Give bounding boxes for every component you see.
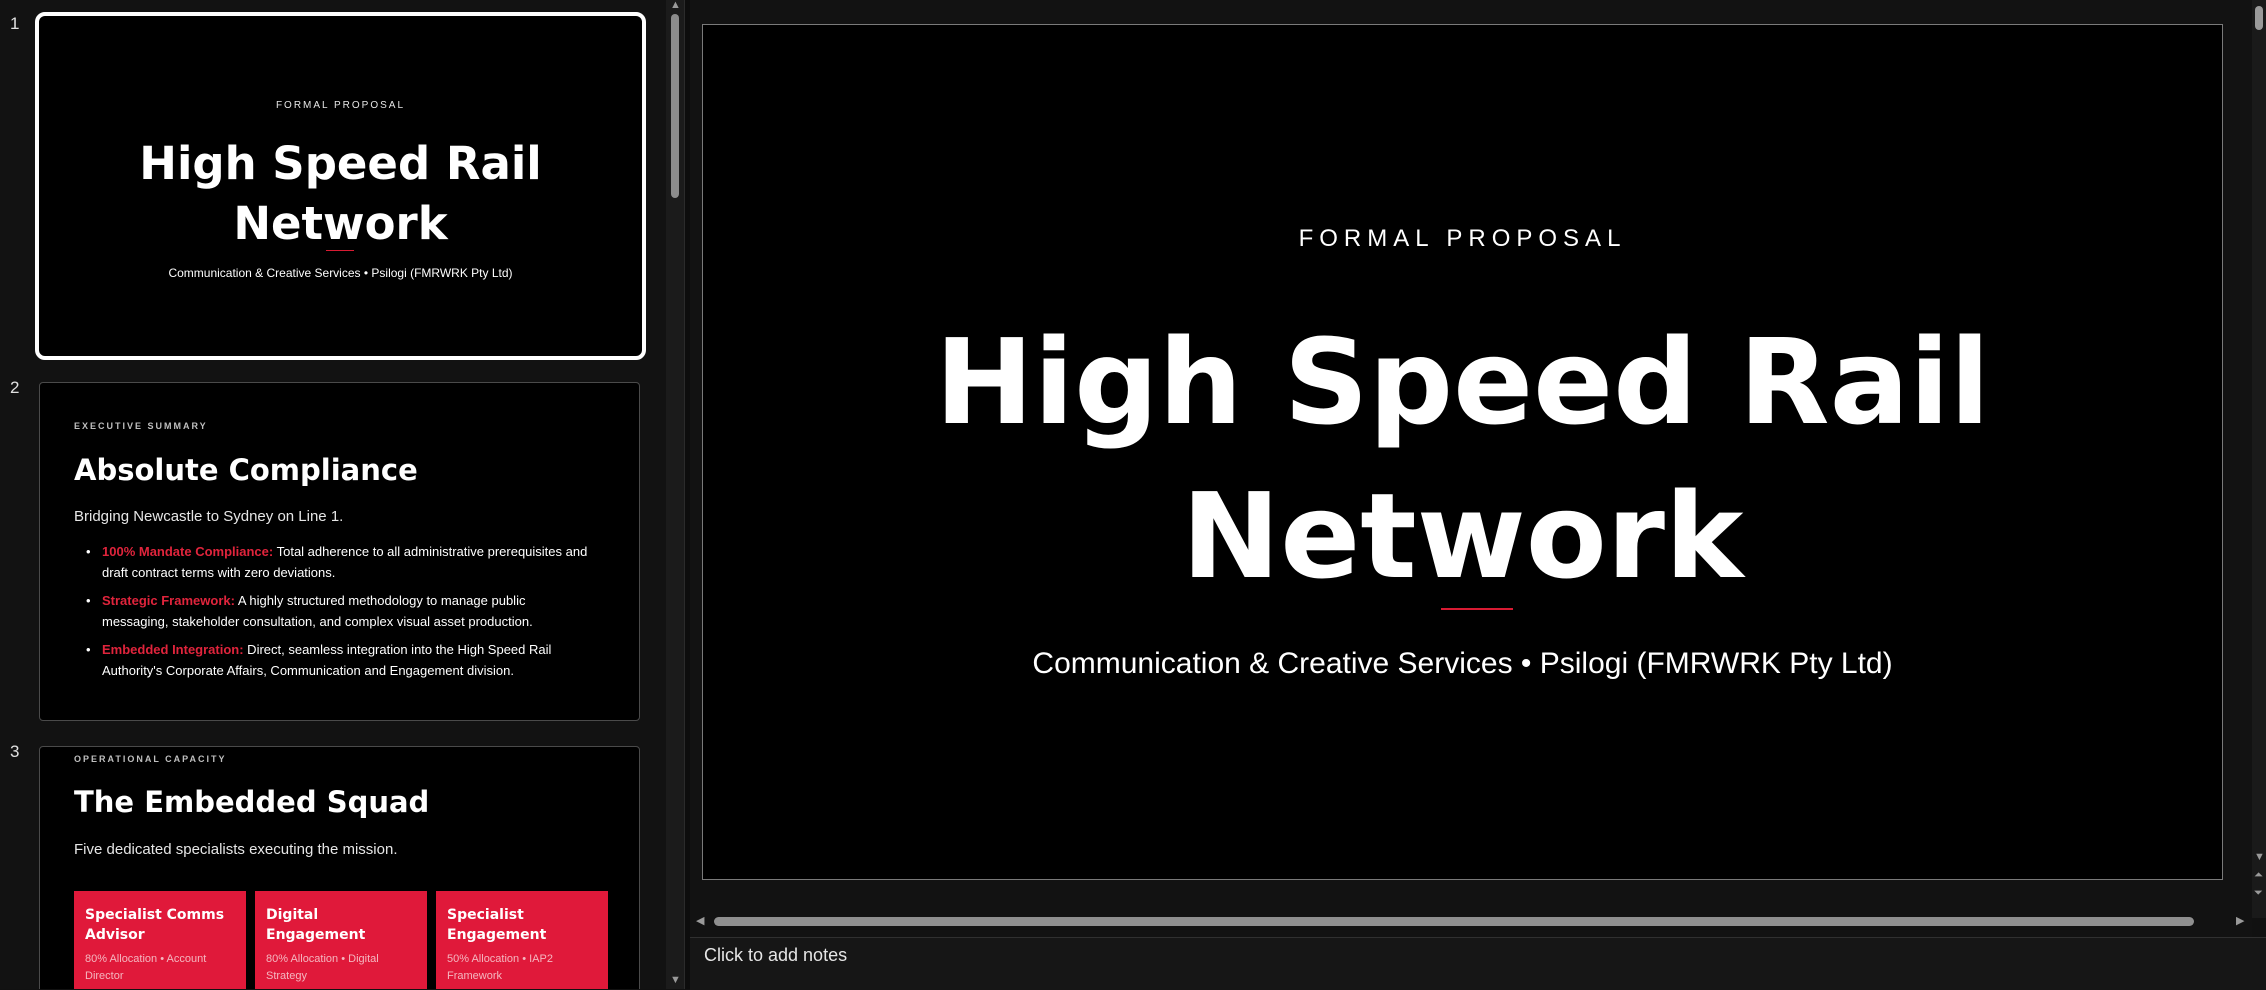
accent-rule [1441, 608, 1513, 610]
next-slide-icon[interactable]: ⏷ [2254, 888, 2263, 899]
scroll-down-arrow-icon[interactable]: ▼ [2254, 852, 2265, 863]
squad-card: Specialist Engagement 50% Allocation • I… [436, 891, 608, 989]
bullet-item: Embedded Integration: Direct, seamless i… [74, 639, 594, 681]
thumb-title-line-2: Network [233, 197, 448, 250]
scroll-up-arrow-icon[interactable]: ▲ [670, 0, 681, 11]
editor-horizontal-scrollbar[interactable]: ◀ ▶ [690, 905, 2252, 937]
speaker-notes-pane[interactable]: Click to add notes [690, 937, 2266, 990]
slide-number: 3 [10, 742, 20, 761]
card-title: Specialist Comms Advisor [85, 907, 225, 943]
slide-number: 1 [10, 14, 20, 33]
slide-subtitle[interactable]: Communication & Creative Services • Psil… [703, 647, 2222, 681]
thumb-title: The Embedded Squad [74, 785, 430, 819]
squad-card: Specialist Comms Advisor 80% Allocation … [74, 891, 246, 989]
bullet-lead: Strategic Framework: [102, 593, 235, 608]
thumb-kicker: FORMAL PROPOSAL [275, 100, 406, 111]
card-meta: 50% Allocation • IAP2 Framework [447, 953, 553, 982]
slide-number: 2 [10, 378, 20, 397]
slide-thumbnail-pane[interactable]: 1 FORMAL PROPOSAL High Speed Rail Networ… [0, 0, 666, 989]
scroll-down-arrow-icon[interactable]: ▼ [670, 975, 681, 986]
main-slide-canvas[interactable]: FORMAL PROPOSAL High Speed Rail Network … [702, 24, 2223, 880]
slide-title-line-1: High Speed Rail [934, 313, 1991, 451]
card-meta: 80% Allocation • Digital Strategy [266, 953, 379, 982]
thumb-bullet-list: 100% Mandate Compliance: Total adherence… [74, 541, 594, 688]
card-title: Specialist Engagement [447, 907, 547, 943]
card-meta: 80% Allocation • Account Director [85, 953, 207, 982]
squad-card: Digital Engagement 80% Allocation • Digi… [255, 891, 427, 989]
slide-editor: FORMAL PROPOSAL High Speed Rail Network … [690, 0, 2252, 918]
thumb-subtitle: Bridging Newcastle to Sydney on Line 1. [74, 508, 344, 525]
card-title: Digital Engagement [266, 907, 366, 943]
horizontal-scrollbar-thumb[interactable] [714, 917, 2194, 926]
bullet-item: 100% Mandate Compliance: Total adherence… [74, 541, 594, 583]
thumb-subtitle: Communication & Creative Services • Psil… [168, 266, 513, 280]
slide-title-line-2: Network [1181, 467, 1744, 605]
slide-title[interactable]: High Speed Rail Network [703, 305, 2222, 613]
editor-vertical-scrollbar[interactable]: ▼ ⏶ ⏷ [2252, 0, 2266, 918]
scroll-right-arrow-icon[interactable]: ▶ [2236, 916, 2244, 927]
notes-placeholder[interactable]: Click to add notes [704, 945, 847, 966]
thumbnail-scrollbar-thumb[interactable] [671, 14, 679, 198]
thumb-kicker: OPERATIONAL CAPACITY [74, 754, 227, 764]
thumb-title: High Speed Rail Network [39, 134, 642, 254]
previous-slide-icon[interactable]: ⏶ [2254, 870, 2263, 881]
thumb-subtitle: Five dedicated specialists executing the… [74, 841, 398, 858]
thumb-accent-rule [326, 250, 354, 251]
bullet-item: Strategic Framework: A highly structured… [74, 590, 594, 632]
scroll-left-arrow-icon[interactable]: ◀ [696, 916, 704, 927]
slide-thumbnail-1[interactable]: FORMAL PROPOSAL High Speed Rail Network … [35, 12, 646, 360]
editor-scrollbar-thumb[interactable] [2255, 6, 2263, 30]
thumb-title: Absolute Compliance [74, 453, 418, 487]
thumb-title-line-1: High Speed Rail [139, 137, 542, 190]
thumb-kicker: EXECUTIVE SUMMARY [74, 421, 208, 431]
bullet-lead: 100% Mandate Compliance: [102, 544, 274, 559]
bullet-lead: Embedded Integration: [102, 642, 244, 657]
slide-thumbnail-2[interactable]: EXECUTIVE SUMMARY Absolute Compliance Br… [39, 382, 640, 721]
slide-thumbnail-3[interactable]: OPERATIONAL CAPACITY The Embedded Squad … [39, 746, 640, 989]
slide-kicker[interactable]: FORMAL PROPOSAL [703, 225, 2222, 253]
thumbnail-scrollbar[interactable]: ▲ ▼ [666, 0, 684, 989]
